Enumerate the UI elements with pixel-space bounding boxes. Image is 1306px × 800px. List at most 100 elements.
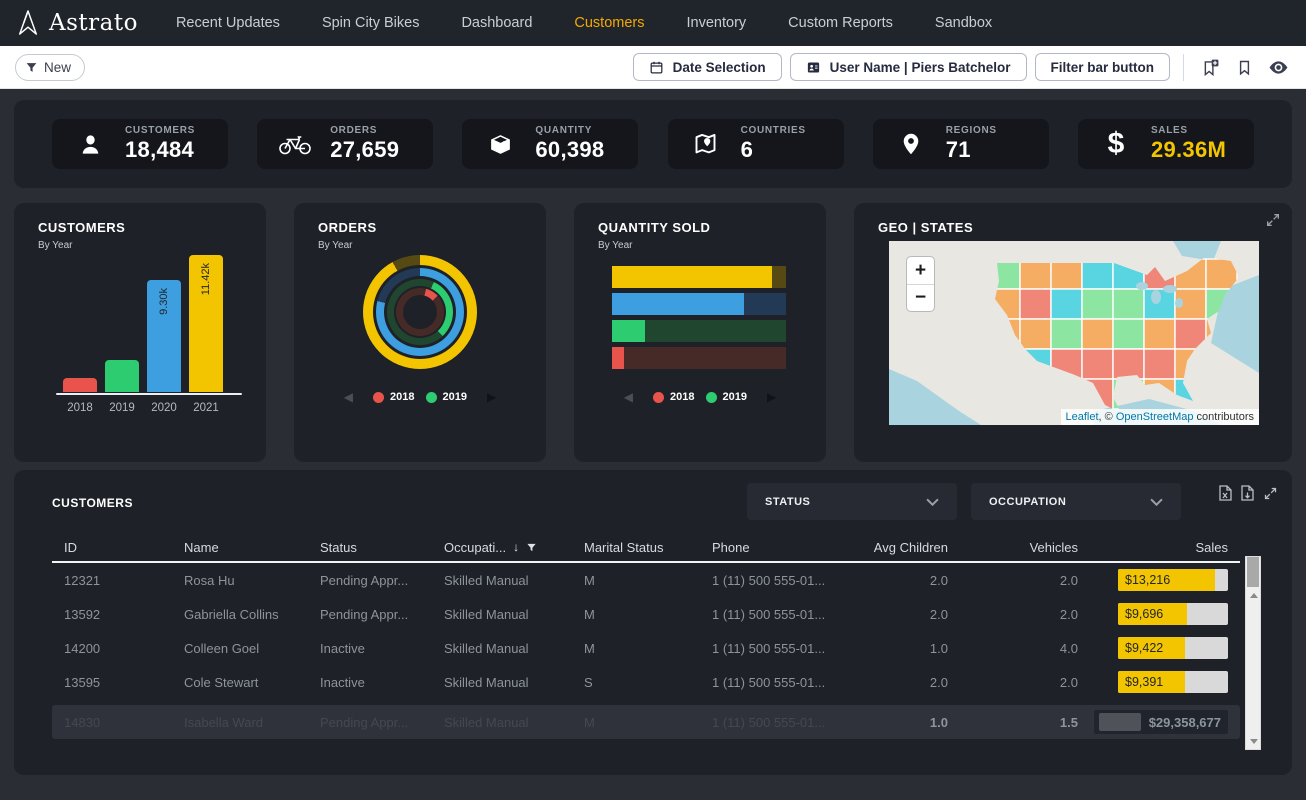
- col-occupation[interactable]: Occupati... ↓: [444, 540, 584, 555]
- map-state[interactable]: [1020, 319, 1051, 349]
- map-state[interactable]: [1051, 289, 1082, 319]
- top-nav: Astrato Recent Updates Spin City Bikes Das…: [0, 0, 1306, 46]
- map-state[interactable]: [1082, 349, 1113, 379]
- nav-item-spin-city-bikes[interactable]: Spin City Bikes: [322, 15, 420, 31]
- totals-sales-ghost-bar: [1099, 713, 1141, 731]
- table-row[interactable]: 12321Rosa HuPending Appr...Skilled Manua…: [52, 563, 1240, 597]
- eye-icon[interactable]: [1265, 54, 1291, 80]
- brand-logo[interactable]: Astrato: [16, 9, 138, 37]
- openstreetmap-link[interactable]: OpenStreetMap: [1116, 411, 1194, 423]
- table-row[interactable]: 13592Gabriella CollinsPending Appr...Ski…: [52, 597, 1240, 631]
- sales-value: $9,696: [1125, 607, 1163, 621]
- map-state[interactable]: [1082, 319, 1113, 349]
- sales-value: $9,391: [1125, 675, 1163, 689]
- column-filter-icon[interactable]: [526, 542, 537, 553]
- kpi-tile-orders[interactable]: ORDERS27,659: [257, 119, 433, 169]
- nav-item-customers[interactable]: Customers: [574, 15, 644, 31]
- kpi-tile-quantity[interactable]: QUANTITY60,398: [462, 119, 638, 169]
- new-filter-button[interactable]: New: [15, 54, 85, 81]
- nav-item-custom-reports[interactable]: Custom Reports: [788, 15, 893, 31]
- kpi-tile-customers[interactable]: CUSTOMERS18,484: [52, 119, 228, 169]
- cell-status: Pending Appr...: [320, 607, 444, 622]
- table-scrollbar[interactable]: [1245, 556, 1261, 750]
- legend-item-2019[interactable]: 2019: [706, 391, 747, 403]
- bar-2018[interactable]: [63, 378, 97, 392]
- map-state[interactable]: [1051, 319, 1082, 349]
- nav-item-inventory[interactable]: Inventory: [687, 15, 747, 31]
- scrollbar-up-arrow[interactable]: [1250, 593, 1258, 598]
- scrollbar-thumb[interactable]: [1247, 557, 1259, 587]
- zoom-in-button[interactable]: +: [907, 257, 934, 284]
- legend-prev-arrow[interactable]: ◀: [344, 391, 353, 403]
- bar-2019[interactable]: [105, 360, 139, 392]
- map-state[interactable]: [1113, 319, 1144, 349]
- leaflet-map[interactable]: + − Leaflet, © OpenStreetMap contributor…: [889, 241, 1259, 425]
- donut-hole: [403, 295, 437, 329]
- orders-chart-title: ORDERS: [318, 220, 546, 235]
- col-occupation-label: Occupati...: [444, 540, 506, 555]
- map-state[interactable]: [1051, 259, 1082, 289]
- col-id[interactable]: ID: [64, 540, 184, 555]
- table-title: CUSTOMERS: [52, 496, 133, 510]
- table-row[interactable]: 13595Cole StewartInactiveSkilled ManualS…: [52, 665, 1240, 699]
- status-filter-dropdown[interactable]: STATUS: [747, 483, 957, 520]
- legend-item-2019[interactable]: 2019: [426, 391, 467, 403]
- legend-prev-arrow[interactable]: ◀: [624, 391, 633, 403]
- nav-item-sandbox[interactable]: Sandbox: [935, 15, 992, 31]
- col-marital-status[interactable]: Marital Status: [584, 540, 712, 555]
- map-state[interactable]: [1144, 319, 1175, 349]
- bar-2021[interactable]: 11.42k: [189, 255, 223, 392]
- export-file-icon[interactable]: [1241, 485, 1254, 501]
- location-pin-icon: [893, 132, 929, 156]
- map-state[interactable]: [1082, 289, 1113, 319]
- filter-bar-button[interactable]: Filter bar button: [1035, 53, 1171, 81]
- table-row[interactable]: 14200Colleen GoelInactiveSkilled ManualM…: [52, 631, 1240, 665]
- map-state[interactable]: [1113, 289, 1144, 319]
- occupation-filter-dropdown[interactable]: OCCUPATION: [971, 483, 1181, 520]
- bookmark-icon[interactable]: [1231, 54, 1257, 80]
- bookmark-add-icon[interactable]: [1197, 54, 1223, 80]
- map-state[interactable]: [1144, 349, 1175, 379]
- kpi-tile-regions[interactable]: REGIONS71: [873, 119, 1049, 169]
- map-state[interactable]: [1020, 289, 1051, 319]
- legend-label: 2018: [390, 391, 414, 403]
- map-state[interactable]: [1113, 349, 1144, 379]
- chevron-down-icon: [926, 498, 939, 506]
- legend-next-arrow[interactable]: ▶: [767, 391, 776, 403]
- hbar-2020[interactable]: [612, 293, 786, 315]
- calendar-icon: [649, 60, 664, 75]
- legend-item-2018[interactable]: 2018: [373, 391, 414, 403]
- date-selection-button[interactable]: Date Selection: [633, 53, 782, 81]
- leaflet-link[interactable]: Leaflet: [1066, 411, 1099, 423]
- hbar-2018[interactable]: [612, 347, 786, 369]
- legend-item-2018[interactable]: 2018: [653, 391, 694, 403]
- col-avg-children[interactable]: Avg Children: [862, 540, 948, 555]
- kpi-value: 29.36M: [1151, 137, 1226, 163]
- customers-bar-plot: 9.30k11.42k: [63, 255, 223, 392]
- map-state[interactable]: [1082, 259, 1113, 289]
- sort-desc-icon[interactable]: ↓: [513, 540, 519, 554]
- bar-2020[interactable]: 9.30k: [147, 280, 181, 392]
- nav-item-recent-updates[interactable]: Recent Updates: [176, 15, 280, 31]
- col-sales[interactable]: Sales: [1078, 540, 1228, 555]
- hbar-2019[interactable]: [612, 320, 786, 342]
- export-excel-icon[interactable]: [1219, 485, 1232, 501]
- nav-item-dashboard[interactable]: Dashboard: [461, 15, 532, 31]
- col-status[interactable]: Status: [320, 540, 444, 555]
- hbar-2021[interactable]: [612, 266, 786, 288]
- chevron-down-icon: [1150, 498, 1163, 506]
- col-vehicles[interactable]: Vehicles: [948, 540, 1078, 555]
- zoom-out-button[interactable]: −: [907, 284, 934, 311]
- expand-icon[interactable]: [1265, 212, 1281, 233]
- kpi-tile-sales[interactable]: $SALES29.36M: [1078, 119, 1254, 169]
- cell-name: Cole Stewart: [184, 675, 320, 690]
- legend-next-arrow[interactable]: ▶: [487, 391, 496, 403]
- kpi-tile-countries[interactable]: COUNTRIES6: [668, 119, 844, 169]
- scrollbar-down-arrow[interactable]: [1250, 739, 1258, 744]
- map-state[interactable]: [1020, 259, 1051, 289]
- col-phone[interactable]: Phone: [712, 540, 862, 555]
- expand-icon[interactable]: [1263, 486, 1278, 501]
- col-name[interactable]: Name: [184, 540, 320, 555]
- kpi-value: 6: [741, 137, 806, 163]
- user-name-button[interactable]: User Name | Piers Batchelor: [790, 53, 1027, 81]
